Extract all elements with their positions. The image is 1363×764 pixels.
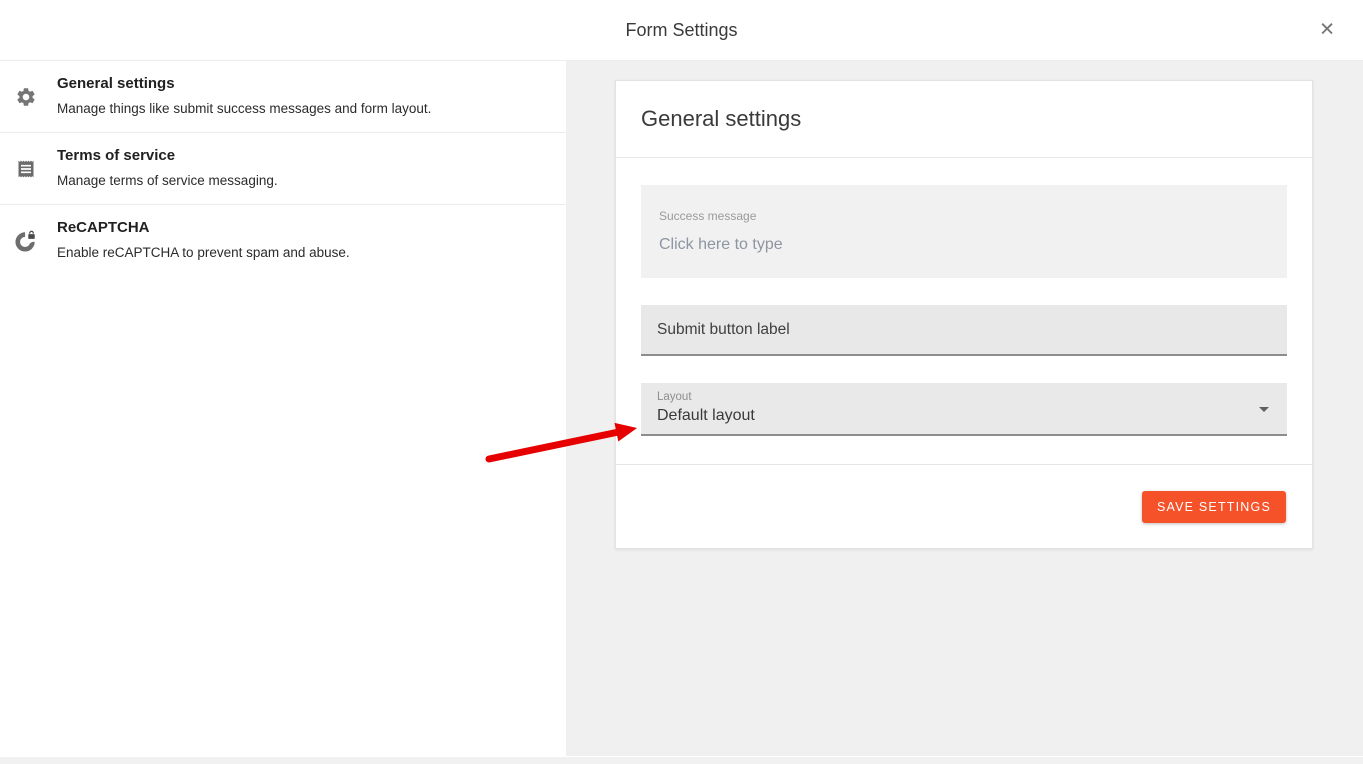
card-title: General settings [641,106,801,132]
settings-sidebar: General settings Manage things like subm… [0,61,566,756]
card-fields: Success message Click here to type Layou… [616,158,1312,464]
settings-content-panel: General settings Success message Click h… [566,61,1363,756]
submit-button-label-input[interactable] [641,305,1287,356]
modal-title: Form Settings [0,0,1363,61]
receipt-icon [15,158,37,180]
sidebar-item-description: Enable reCAPTCHA to prevent spam and abu… [57,245,546,260]
sidebar-item-terms-of-service[interactable]: Terms of service Manage terms of service… [0,133,566,205]
chevron-down-icon [1259,407,1269,412]
sidebar-item-description: Manage things like submit success messag… [57,101,546,116]
close-button[interactable]: ✕ [1313,17,1341,44]
modal-header: Form Settings ✕ [0,0,1363,61]
layout-dropdown[interactable]: Layout Default layout [641,383,1287,436]
gear-icon [15,86,37,108]
sidebar-item-title: Terms of service [57,147,546,164]
sidebar-item-description: Manage terms of service messaging. [57,173,546,188]
sidebar-item-title: General settings [57,75,546,92]
card-header: General settings [616,81,1312,158]
recaptcha-lock-icon [15,230,37,252]
sidebar-item-title: ReCAPTCHA [57,219,546,236]
save-settings-button[interactable]: SAVE SETTINGS [1142,491,1286,523]
card-actions: SAVE SETTINGS [616,464,1312,548]
close-icon: ✕ [1319,20,1335,41]
layout-dropdown-value: Default layout [657,407,755,424]
modal-body: General settings Manage things like subm… [0,61,1363,756]
success-message-label: Success message [659,209,1269,223]
form-settings-modal: Form Settings ✕ General settings Manage … [0,0,1363,757]
success-message-placeholder: Click here to type [659,236,1269,254]
sidebar-item-recaptcha[interactable]: ReCAPTCHA Enable reCAPTCHA to prevent sp… [0,205,566,277]
success-message-field[interactable]: Success message Click here to type [641,185,1287,278]
general-settings-card: General settings Success message Click h… [615,80,1313,549]
sidebar-item-general-settings[interactable]: General settings Manage things like subm… [0,61,566,133]
layout-dropdown-label: Layout [657,391,1271,403]
